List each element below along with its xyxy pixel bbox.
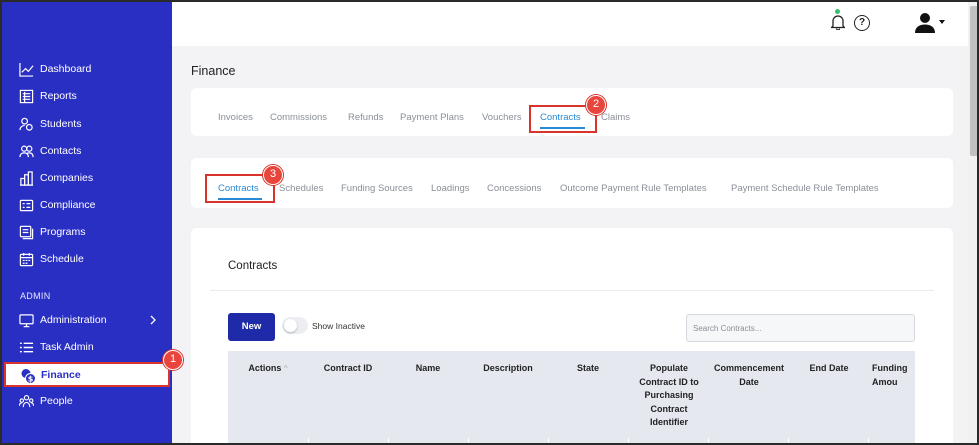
caret-down-icon[interactable] — [939, 20, 945, 24]
show-inactive-label: Show Inactive — [312, 321, 365, 331]
column-header-end-date[interactable]: End Date — [790, 362, 868, 376]
app-window: Dashboard Reports Students Contacts Comp — [0, 0, 979, 445]
user-avatar-icon[interactable] — [914, 11, 936, 33]
subtab-outcome-payment-rule-templates[interactable]: Outcome Payment Rule Templates — [560, 183, 707, 194]
sidebar-item-dashboard[interactable]: Dashboard — [18, 58, 91, 80]
companies-icon — [18, 170, 34, 186]
column-separator — [788, 438, 789, 443]
admin-heading: ADMIN — [20, 291, 51, 301]
chevron-right-icon[interactable] — [148, 315, 158, 325]
compliance-icon — [18, 197, 34, 213]
sidebar-item-finance[interactable]: $ Finance — [4, 362, 170, 387]
column-header-populate-contract-id[interactable]: Populate Contract ID to Purchasing Contr… — [631, 362, 707, 430]
column-header-commencement-date[interactable]: Commencement Date — [708, 362, 790, 389]
section-divider — [210, 290, 934, 291]
tab-commissions[interactable]: Commissions — [270, 112, 327, 123]
sidebar-item-label: People — [40, 395, 73, 407]
finance-icon: $ — [20, 368, 36, 384]
column-separator — [868, 438, 869, 443]
sort-arrow-icon[interactable]: ^ — [284, 364, 288, 373]
column-separator — [308, 438, 309, 443]
sidebar-item-label: Task Admin — [40, 341, 94, 353]
sidebar-item-label: Dashboard — [40, 63, 92, 75]
sidebar-item-contacts[interactable]: Contacts — [18, 140, 81, 162]
sidebar-item-companies[interactable]: Companies — [18, 167, 93, 189]
contracts-table-header: Actions ^ Contract ID Name Description S… — [228, 351, 915, 443]
sidebar: Dashboard Reports Students Contacts Comp — [2, 2, 172, 443]
column-separator — [468, 438, 469, 443]
sidebar-item-students[interactable]: Students — [18, 113, 81, 135]
bell-icon[interactable] — [831, 14, 845, 30]
sidebar-item-reports[interactable]: Reports — [18, 85, 77, 107]
tab-refunds[interactable]: Refunds — [348, 112, 383, 123]
sidebar-item-label: Companies — [40, 172, 94, 184]
people-icon — [18, 393, 34, 409]
contacts-icon — [18, 143, 34, 159]
subtab-loadings[interactable]: Loadings — [431, 183, 470, 194]
column-header-state[interactable]: State — [548, 362, 628, 376]
sidebar-item-label: Compliance — [40, 199, 96, 211]
scrollbar-thumb[interactable] — [970, 6, 977, 156]
calendar-icon — [18, 251, 34, 267]
tab-claims[interactable]: Claims — [601, 112, 630, 123]
search-contracts-input[interactable] — [686, 314, 915, 342]
svg-text:$: $ — [28, 375, 34, 384]
annotation-badge-3: 3 — [263, 165, 283, 185]
column-header-actions[interactable]: Actions ^ — [228, 362, 308, 376]
tab-vouchers[interactable]: Vouchers — [482, 112, 522, 123]
contracts-section-title: Contracts — [228, 260, 278, 272]
help-icon[interactable]: ? — [854, 15, 870, 31]
sidebar-item-task-admin[interactable]: Task Admin — [18, 336, 94, 358]
monitor-icon — [18, 312, 34, 328]
new-contract-button[interactable]: New — [228, 313, 275, 341]
column-separator — [548, 438, 549, 443]
page-title: Finance — [191, 64, 236, 78]
sidebar-item-label: Contacts — [40, 145, 82, 157]
report-icon — [18, 88, 34, 104]
sidebar-item-label: Students — [40, 118, 82, 130]
subtab-schedules[interactable]: Schedules — [279, 183, 323, 194]
list-icon — [18, 339, 34, 355]
subtab-payment-schedule-rule-templates[interactable]: Payment Schedule Rule Templates — [731, 183, 879, 194]
subtab-funding-sources[interactable]: Funding Sources — [341, 183, 413, 194]
subtab-concessions[interactable]: Concessions — [487, 183, 541, 194]
sidebar-item-compliance[interactable]: Compliance — [18, 194, 95, 216]
sidebar-item-label: Programs — [40, 226, 86, 238]
sidebar-item-label: Finance — [41, 369, 81, 381]
sidebar-item-schedule[interactable]: Schedule — [18, 248, 84, 270]
column-separator — [628, 438, 629, 443]
sidebar-item-people[interactable]: People — [18, 390, 73, 412]
tab-payment-plans[interactable]: Payment Plans — [400, 112, 464, 123]
chart-line-icon — [18, 61, 34, 77]
sidebar-item-label: Administration — [40, 314, 107, 326]
column-header-description[interactable]: Description — [468, 362, 548, 376]
annotation-badge-2: 2 — [586, 95, 606, 115]
programs-icon — [18, 224, 34, 240]
tab-invoices[interactable]: Invoices — [218, 112, 253, 123]
annotation-badge-1: 1 — [163, 350, 183, 370]
show-inactive-toggle[interactable] — [282, 317, 308, 334]
column-separator — [708, 438, 709, 443]
column-separator — [388, 438, 389, 443]
column-header-name[interactable]: Name — [388, 362, 468, 376]
column-header-funding-amount[interactable]: Funding Amou — [872, 362, 915, 389]
students-icon — [18, 116, 34, 132]
sidebar-item-label: Schedule — [40, 253, 84, 265]
sidebar-item-administration[interactable]: Administration — [18, 309, 107, 331]
sidebar-item-label: Reports — [40, 90, 77, 102]
topbar — [172, 2, 968, 46]
column-header-contract-id[interactable]: Contract ID — [308, 362, 388, 376]
sidebar-item-programs[interactable]: Programs — [18, 221, 86, 243]
